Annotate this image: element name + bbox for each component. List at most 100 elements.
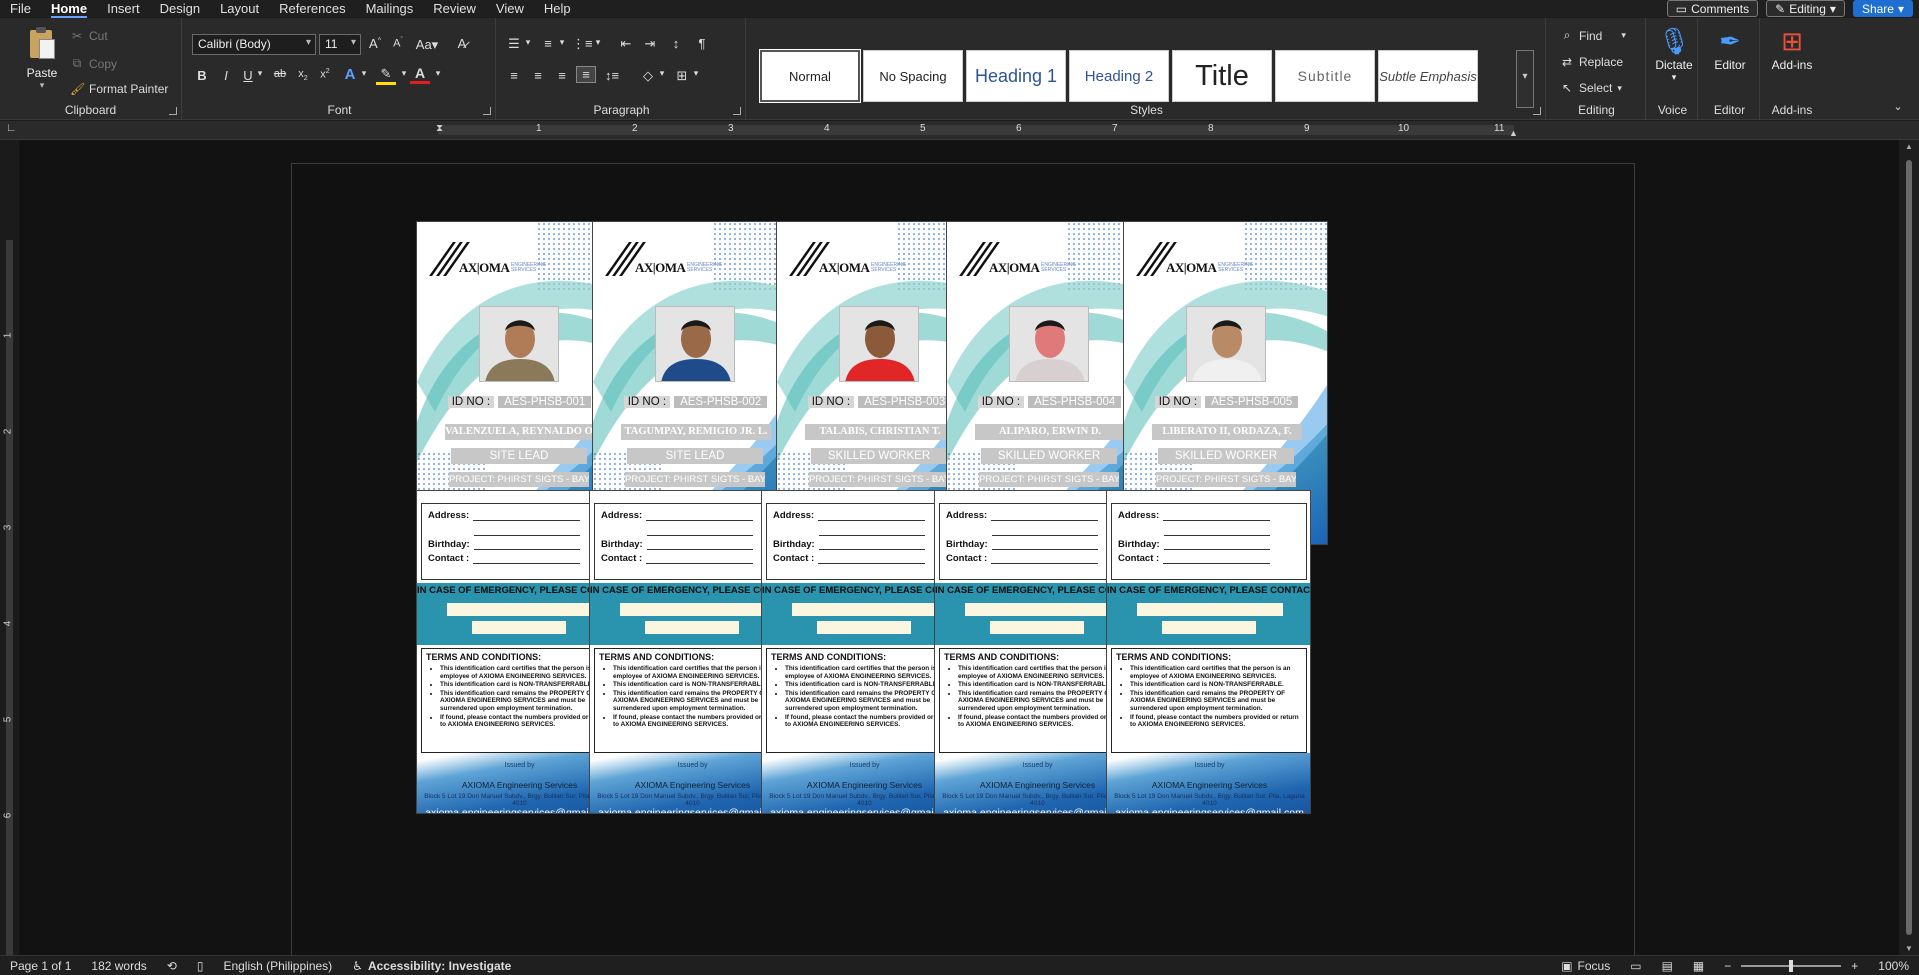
chevron-down-icon[interactable]: ▾ — [250, 68, 270, 79]
superscript-icon[interactable]: x2 — [315, 68, 335, 81]
scroll-up-icon[interactable]: ▲ — [1905, 142, 1913, 151]
chevron-down-icon[interactable]: ▾ — [428, 68, 448, 79]
change-case-icon[interactable]: Aa▾ — [412, 37, 442, 53]
menu-file[interactable]: File — [0, 0, 41, 17]
menu-mailings[interactable]: Mailings — [356, 0, 424, 17]
vertical-scrollbar[interactable]: ▲ ▼ — [1899, 140, 1919, 955]
chevron-down-icon[interactable]: ▾ — [652, 68, 672, 79]
zoom-slider-thumb[interactable] — [1789, 959, 1794, 972]
accessibility-status[interactable]: ♿ Accessibility: Investigate — [342, 959, 521, 973]
font-launcher-icon[interactable] — [483, 107, 491, 115]
chevron-down-icon[interactable]: ▾ — [686, 68, 706, 79]
menu-design[interactable]: Design — [150, 0, 210, 17]
subscript-icon[interactable]: x2 — [293, 68, 313, 82]
page-count[interactable]: Page 1 of 1 — [0, 959, 81, 973]
word-count[interactable]: 182 words — [81, 959, 156, 973]
replace-button[interactable]: ⇄ Replace — [1560, 55, 1623, 69]
menu-layout[interactable]: Layout — [210, 0, 269, 17]
decrease-indent-icon[interactable]: ⇤ — [616, 36, 636, 52]
align-center-icon[interactable]: ≡ — [528, 68, 548, 83]
ruler-number: 7 — [1112, 123, 1118, 134]
share-button[interactable]: Share ▾ — [1852, 0, 1913, 17]
addins-button[interactable]: ⊞ Add-ins — [1768, 24, 1816, 72]
menu-review[interactable]: Review — [423, 0, 486, 17]
format-painter-button[interactable]: 🖌 Format Painter — [70, 82, 168, 96]
copy-button[interactable]: ⧉ Copy — [70, 56, 117, 71]
menu-references[interactable]: References — [269, 0, 355, 17]
chevron-down-icon[interactable]: ▾ — [552, 37, 572, 48]
clipboard-launcher-icon[interactable] — [169, 107, 177, 115]
id-number: AES-PHSB-005 — [1205, 396, 1299, 408]
align-right-icon[interactable]: ≡ — [552, 68, 572, 83]
style-heading-1[interactable]: Heading 1 — [966, 50, 1066, 102]
cut-button[interactable]: ✂ Cut — [70, 29, 108, 43]
collapse-ribbon-icon[interactable]: ⌄ — [1888, 100, 1908, 113]
select-button[interactable]: ↖ Select ▾ — [1560, 81, 1622, 95]
document-page[interactable]: AX|OMA ENGINEERING SERVICES ID NO : AES-P… — [291, 163, 1635, 955]
zoom-in-icon[interactable]: + — [1841, 959, 1868, 973]
show-marks-icon[interactable]: ¶ — [692, 36, 712, 51]
zoom-slider[interactable] — [1741, 959, 1842, 972]
strikethrough-icon[interactable]: ab — [270, 68, 290, 80]
font-name-select[interactable]: Calibri (Body) ▾ — [192, 34, 316, 55]
styles-launcher-icon[interactable] — [1533, 107, 1541, 115]
read-mode-icon[interactable]: ▭ — [1620, 959, 1651, 973]
scissors-icon: ✂ — [71, 29, 83, 43]
id-number-row: ID NO : AES-PHSB-001 — [417, 396, 620, 408]
style-subtitle[interactable]: Subtitle — [1275, 50, 1375, 102]
italic-icon[interactable]: I — [216, 68, 236, 83]
menu-help[interactable]: Help — [534, 0, 581, 17]
chevron-down-icon[interactable]: ▾ — [588, 37, 608, 48]
comments-button[interactable]: ▭ Comments — [1666, 0, 1759, 17]
zoom-level[interactable]: 100% — [1868, 959, 1919, 973]
shrink-font-icon[interactable]: Aˇ — [388, 37, 408, 50]
menu-home[interactable]: Home — [41, 0, 97, 18]
bold-icon[interactable]: B — [192, 68, 212, 83]
style-heading-2[interactable]: Heading 2 — [1069, 50, 1169, 102]
vruler-number: 3 — [2, 524, 14, 531]
terms-title: TERMS AND CONDITIONS: — [599, 652, 715, 662]
style-normal[interactable]: Normal — [759, 49, 861, 103]
paragraph-launcher-icon[interactable] — [733, 107, 741, 115]
chevron-down-icon[interactable]: ▾ — [518, 37, 538, 48]
styles-more-icon[interactable]: ▾ — [1516, 50, 1534, 108]
sort-icon[interactable]: ↕ — [666, 36, 686, 51]
proofing-icon[interactable]: ⟲ — [157, 959, 187, 973]
line-spacing-icon[interactable]: ↕≡ — [602, 68, 622, 83]
find-button[interactable]: ⌕ Find ▾ — [1560, 28, 1626, 43]
grow-font-icon[interactable]: A^ — [365, 36, 385, 51]
font-size-select[interactable]: 11 ▾ — [319, 34, 361, 55]
print-layout-icon[interactable]: ▤ — [1652, 959, 1683, 973]
language-status[interactable]: English (Philippines) — [213, 959, 342, 973]
paste-button[interactable]: Paste ▾ — [12, 26, 72, 96]
scroll-down-icon[interactable]: ▼ — [1905, 944, 1913, 953]
increase-indent-icon[interactable]: ⇥ — [640, 36, 660, 52]
font-color-icon[interactable]: A — [410, 65, 430, 84]
clear-formatting-icon[interactable]: A̷ — [452, 36, 472, 51]
style-no-spacing[interactable]: No Spacing — [863, 50, 963, 102]
right-indent-marker-icon[interactable]: ▲ — [1509, 128, 1518, 138]
ruler-number: 10 — [1398, 123, 1410, 134]
tab-selector-icon[interactable]: ∟ — [6, 122, 17, 134]
employee-project: PROJECT: PHIRST SIGTS - BAY — [1156, 472, 1296, 487]
editor-button[interactable]: ✒ Editor — [1706, 24, 1754, 72]
focus-button[interactable]: ▣ Focus — [1551, 959, 1620, 973]
scrollbar-thumb[interactable] — [1906, 160, 1912, 935]
align-left-icon[interactable]: ≡ — [504, 68, 524, 83]
style-subtle-emphasis[interactable]: Subtle Emphasis — [1378, 50, 1478, 102]
indent-marker-icon[interactable]: ⧗ — [436, 123, 443, 134]
editing-mode-button[interactable]: ✎ Editing ▾ — [1766, 0, 1845, 17]
editing-group: ⌕ Find ▾ ⇄ Replace ↖ Select ▾ Editing — [1548, 18, 1646, 120]
justify-icon[interactable]: ≡ — [576, 66, 596, 83]
text-predictions-icon[interactable]: ▯ — [187, 959, 214, 973]
dictate-button[interactable]: 🎙 Dictate ▾ — [1650, 24, 1698, 83]
chevron-down-icon[interactable]: ▾ — [354, 68, 374, 79]
menu-view[interactable]: View — [486, 0, 534, 17]
menu-insert[interactable]: Insert — [97, 0, 150, 17]
highlight-icon[interactable]: ✎ — [376, 66, 396, 85]
zoom-out-icon[interactable]: − — [1714, 959, 1741, 973]
style-title[interactable]: Title — [1172, 50, 1272, 102]
ruler-number: 4 — [824, 123, 830, 134]
document-canvas[interactable]: AX|OMA ENGINEERING SERVICES ID NO : AES-P… — [19, 140, 1899, 955]
web-layout-icon[interactable]: ▦ — [1683, 959, 1714, 973]
